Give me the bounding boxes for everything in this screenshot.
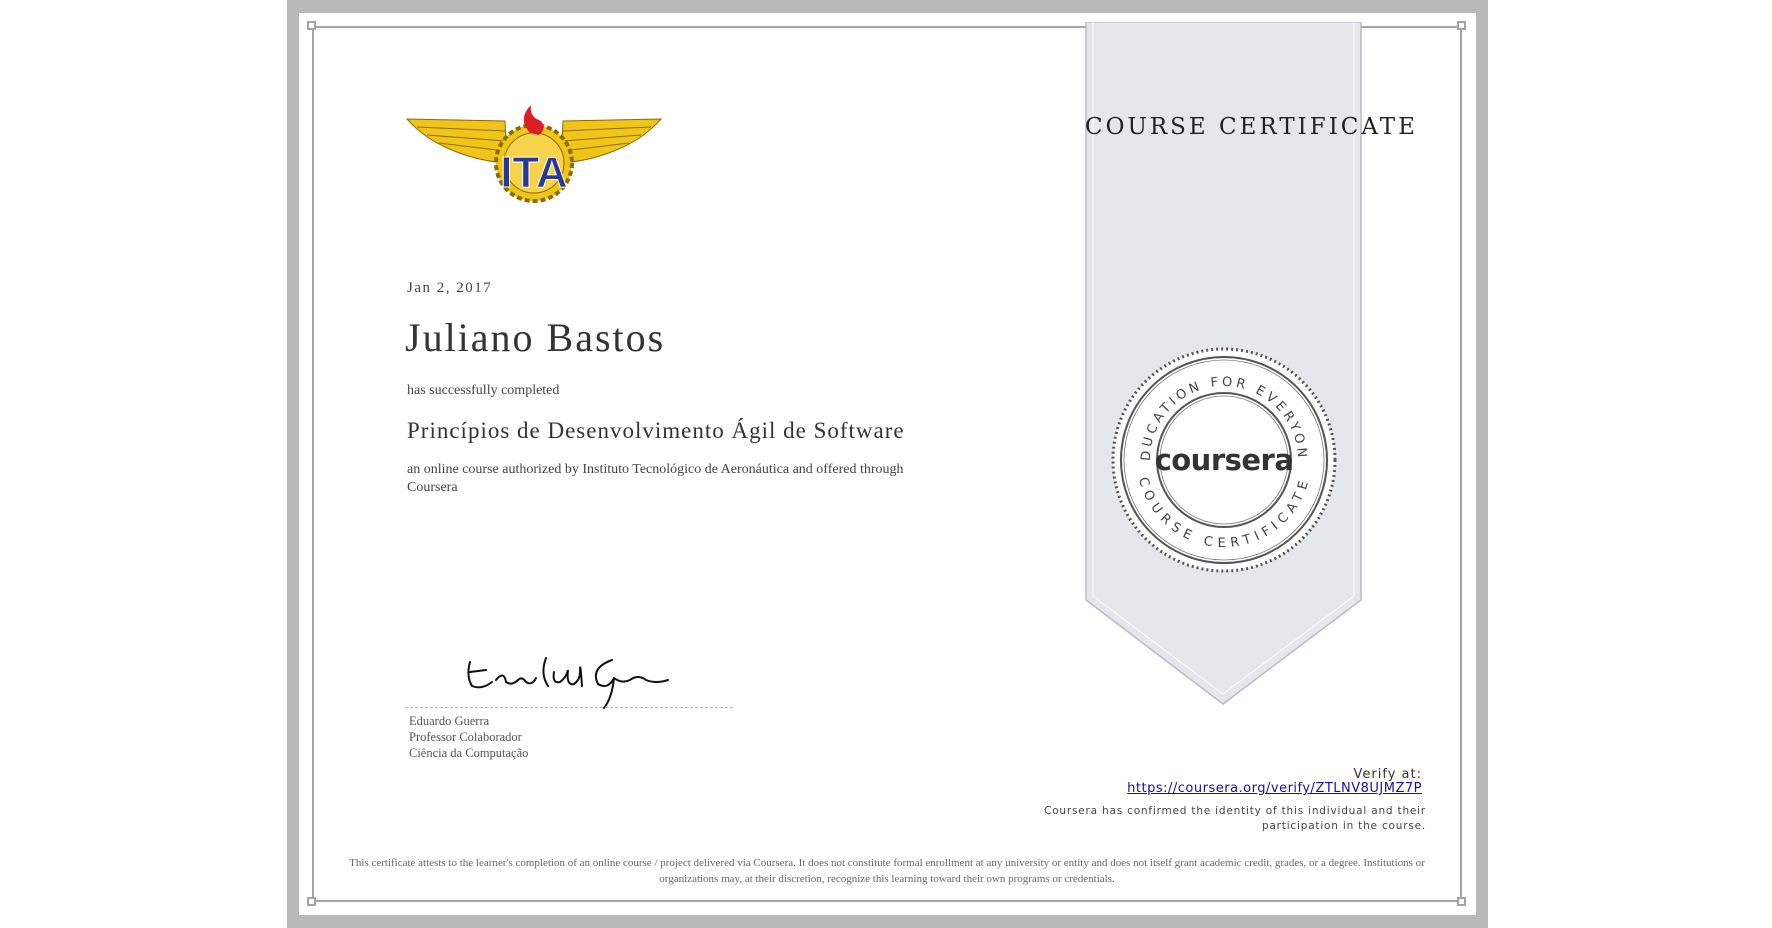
frame-corner [1457, 897, 1466, 906]
ita-logo-text: ITA [500, 148, 568, 197]
certificate-disclaimer: This certificate attests to the learner'… [349, 857, 1425, 885]
coursera-wordmark: coursera [1155, 443, 1294, 477]
signer-department: Ciência da Computação [409, 746, 529, 760]
instructor-signature [467, 657, 669, 709]
signer-block: Eduardo Guerra Professor Colaborador Ciê… [409, 713, 528, 761]
certificate-date: Jan 2, 2017 [407, 280, 493, 296]
frame-corner [307, 897, 316, 906]
recipient-name: Juliano Bastos [405, 315, 666, 360]
coursera-seal: EDUCATION FOR EVERYONE COURSE CERTIFICAT… [1110, 346, 1337, 573]
frame-corner [1457, 21, 1466, 30]
completion-statement: has successfully completed [407, 383, 560, 398]
frame-corner [307, 21, 316, 30]
verify-link[interactable]: https://coursera.org/verify/ZTLNV8UJMZ7P [1100, 781, 1422, 796]
certificate-title: COURSE CERTIFICATE [1085, 114, 1418, 140]
course-authorization: an online course authorized by Instituto… [407, 462, 904, 495]
ita-logo: ITA [405, 105, 663, 203]
signer-name: Eduardo Guerra [409, 714, 490, 728]
verify-label: Verify at: [1353, 767, 1422, 782]
signature-line [405, 707, 733, 708]
signer-role: Professor Colaborador [409, 730, 522, 744]
identity-confirmation: Coursera has confirmed the identity of t… [1044, 805, 1426, 832]
course-name: Princípios de Desenvolvimento Ágil de So… [407, 418, 905, 443]
